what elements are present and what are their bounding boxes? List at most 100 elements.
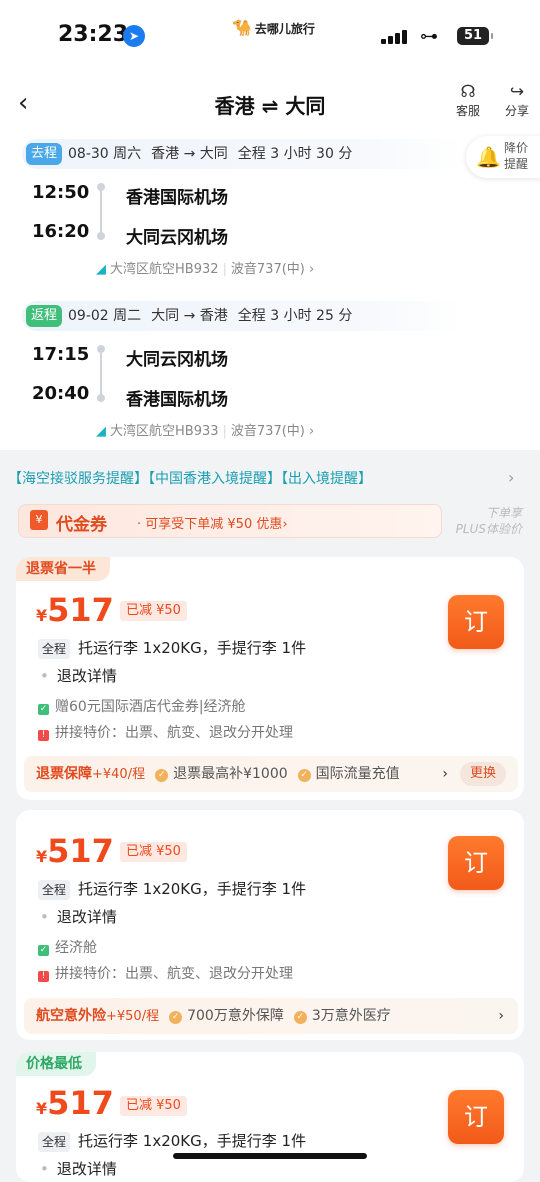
price-value: 517: [47, 1084, 114, 1122]
outbound-duration: 全程 3 小时 30 分: [237, 146, 353, 162]
timeline-dot: [97, 394, 105, 402]
fare-card[interactable]: 价格最低 ¥517 已减 ¥50 订 全程 托运行李 1x20KG，手提行李 1件…: [16, 1052, 524, 1182]
discount-badge: 已减 ¥50: [120, 601, 187, 621]
luggage-text: 托运行李 1x20KG，手提行李 1件: [78, 639, 307, 657]
insurance-item: 3万意外医疗: [294, 1008, 391, 1024]
check-icon: ✓: [38, 704, 49, 715]
chevron-right-icon: ›: [442, 766, 448, 782]
fare-price: ¥517: [36, 1084, 114, 1122]
feature-text: 经济舱: [55, 940, 97, 956]
currency: ¥: [36, 606, 48, 625]
insurance-item: 国际流量充值: [298, 766, 400, 782]
book-button[interactable]: 订: [448, 1090, 504, 1144]
hotspot-link-icon: ⊶: [420, 26, 438, 47]
chevron-right-icon: ›: [309, 424, 315, 439]
plus-line2: PLUS体验价: [455, 522, 522, 536]
share-icon: ↪: [509, 82, 525, 102]
return-flight-info[interactable]: ◢ 大湾区航空HB933 | 波音737(中) ›: [96, 420, 314, 439]
insurance-name: 航空意外险: [36, 1008, 106, 1024]
feature-item: ✓ 赠60元国际酒店代金券|经济舱: [38, 696, 246, 716]
price-value: 517: [47, 591, 114, 629]
return-airline: 大湾区航空HB933: [110, 424, 219, 439]
refund-details-link[interactable]: 退改详情: [40, 1158, 117, 1179]
timeline-dot: [97, 232, 105, 240]
feature-text: 拼接特价：出票、航变、退改分开处理: [55, 725, 293, 741]
outbound-header: 去程 08-30 周六 香港 → 大同 全程 3 小时 30 分: [22, 139, 462, 169]
price-alert-label: 降价: [504, 141, 529, 155]
timeline-line: [100, 350, 102, 396]
brand-name: 去哪儿旅行: [254, 22, 315, 36]
share-label: 分享: [504, 104, 529, 118]
currency: ¥: [36, 1099, 48, 1118]
fare-card[interactable]: ¥517 已减 ¥50 订 全程托运行李 1x20KG，手提行李 1件 退改详情…: [16, 810, 524, 1040]
home-indicator: [173, 1153, 367, 1159]
luggage-tag: 全程: [38, 639, 71, 659]
battery-icon: 51: [457, 27, 493, 45]
headset-icon: ☊: [460, 82, 476, 102]
share-button[interactable]: ↪ 分享: [497, 82, 537, 119]
voucher-title: 代金券: [56, 515, 107, 535]
outbound-dep-airport: 香港国际机场: [126, 188, 228, 208]
signal-icon: [381, 28, 411, 44]
insurance-bar[interactable]: 退票保障+¥40/程退票最高补¥1000 国际流量充值 › 更换: [24, 756, 518, 792]
warning-icon: !: [38, 730, 49, 741]
insurance-item: 退票最高补¥1000: [155, 766, 288, 782]
timeline-line: [100, 188, 102, 234]
feature-item: ! 拼接特价：出票、航变、退改分开处理: [38, 963, 293, 983]
voucher-desc: · 可享受下单减 ¥50 优惠›: [137, 517, 288, 532]
chevron-right-icon[interactable]: ›: [508, 468, 514, 487]
feature-text: 拼接特价：出票、航变、退改分开处理: [55, 966, 293, 982]
refund-details-link[interactable]: 退改详情: [40, 906, 117, 927]
nav-bar: ‹ 香港 ⇌ 大同 ☊ 客服 ↪ 分享: [0, 78, 540, 130]
return-header: 返程 09-02 周二 大同 → 香港 全程 3 小时 25 分: [22, 301, 462, 331]
camel-icon: 🐪: [232, 18, 252, 37]
voucher-banner[interactable]: ¥ 代金券 · 可享受下单减 ¥50 优惠›: [18, 504, 442, 538]
return-duration: 全程 3 小时 25 分: [237, 308, 353, 324]
chevron-right-icon: ›: [498, 1008, 504, 1024]
location-arrow-icon: ➤: [123, 25, 145, 47]
return-tag: 返程: [26, 305, 63, 327]
travel-notices-link[interactable]: 【海空接驳服务提醒】【中国香港入境提醒】【出入境提醒】: [8, 468, 372, 488]
voucher-icon: ¥: [30, 510, 48, 530]
refund-details-link[interactable]: 退改详情: [40, 665, 117, 686]
discount-badge: 已减 ¥50: [120, 842, 187, 862]
insurance-fee: +¥50/程: [106, 1009, 160, 1024]
price-alert-button[interactable]: 🔔 降价 提醒: [466, 136, 540, 178]
insurance-name: 退票保障: [36, 766, 92, 782]
fare-price: ¥517: [36, 832, 114, 870]
price-value: 517: [47, 832, 114, 870]
plus-price-hint: 下单享 PLUS体验价: [452, 505, 522, 537]
currency: ¥: [36, 847, 48, 866]
luggage-text: 托运行李 1x20KG，手提行李 1件: [78, 880, 307, 898]
return-arr-airport: 香港国际机场: [126, 390, 228, 410]
luggage-tag: 全程: [38, 1132, 71, 1152]
check-icon: ✓: [38, 945, 49, 956]
insurance-bar[interactable]: 航空意外险+¥50/程 700万意外保障 3万意外医疗 ›: [24, 998, 518, 1034]
return-dep-time: 17:15: [32, 344, 90, 365]
change-insurance-button[interactable]: 更换: [459, 762, 506, 786]
outbound-flight-info[interactable]: ◢ 大湾区航空HB932 | 波音737(中) ›: [96, 258, 314, 277]
fare-card[interactable]: 退票省一半 ¥517 已减 ¥50 订 全程 托运行李 1x20KG，手提行李 1…: [16, 557, 524, 800]
outbound-arr-airport: 大同云冈机场: [126, 228, 228, 248]
plus-line1: 下单享: [485, 506, 522, 520]
price-alert-label-2: 提醒: [504, 157, 529, 171]
return-route: 大同 → 香港: [151, 308, 228, 324]
customer-service-button[interactable]: ☊ 客服: [448, 82, 488, 119]
luggage-info: 全程 托运行李 1x20KG，手提行李 1件: [38, 878, 306, 900]
outbound-tag: 去程: [26, 143, 63, 165]
book-button[interactable]: 订: [448, 836, 504, 890]
fare-badge: 退票省一半: [16, 557, 110, 581]
outbound-airline: 大湾区航空HB932: [110, 262, 219, 277]
customer-service-label: 客服: [455, 104, 480, 118]
return-dep-airport: 大同云冈机场: [126, 350, 228, 370]
luggage-text: 托运行李 1x20KG，手提行李 1件: [78, 1132, 307, 1150]
fare-price: ¥517: [36, 591, 114, 629]
outbound-arr-time: 16:20: [32, 221, 90, 242]
insurance-fee: +¥40/程: [92, 767, 146, 782]
chevron-right-icon: ›: [309, 262, 315, 277]
outbound-dep-time: 12:50: [32, 182, 90, 203]
status-bar: 23:23 ➤ 🐪 去哪儿旅行 ⊶ 51: [0, 0, 540, 72]
luggage-info: 全程 托运行李 1x20KG，手提行李 1件: [38, 637, 306, 659]
warning-icon: !: [38, 971, 49, 982]
book-button[interactable]: 订: [448, 595, 504, 649]
